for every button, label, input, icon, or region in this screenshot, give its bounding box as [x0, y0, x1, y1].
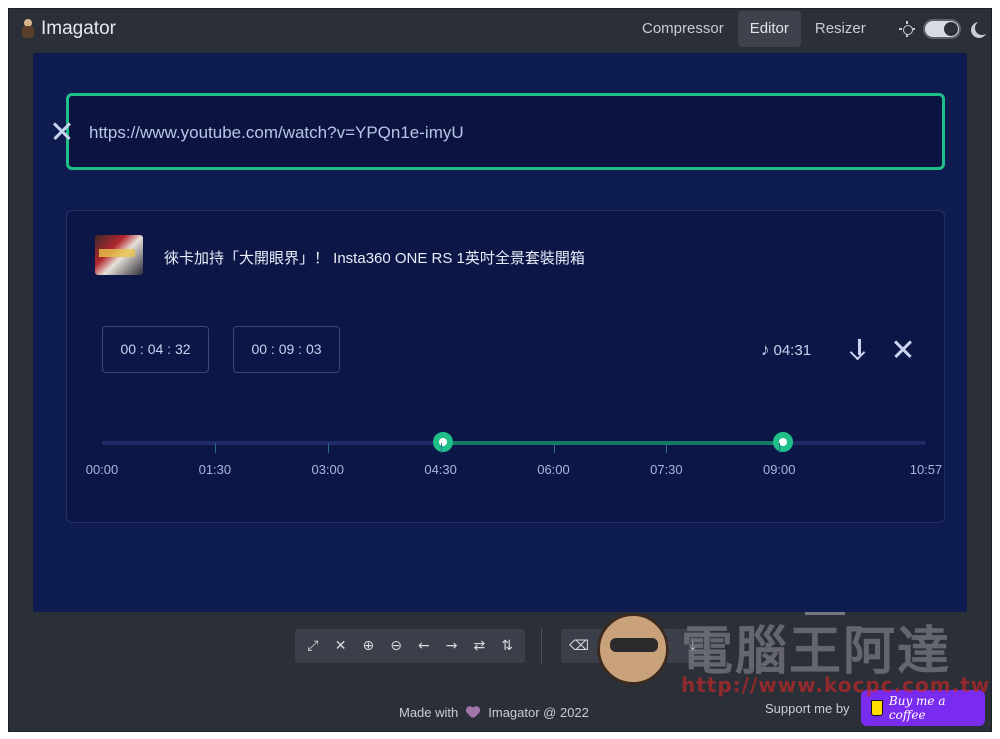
nav-compressor[interactable]: Compressor: [630, 11, 736, 47]
slider-tick: [327, 443, 329, 453]
slider-tick-label: 09:00: [762, 462, 796, 477]
arrow-left-icon[interactable]: ←: [413, 635, 435, 657]
app-window: Imagator Compressor Editor Resizer 徠卡加持「…: [8, 8, 992, 732]
theme-switcher: [899, 19, 983, 39]
slider-tick-label: 04:30: [424, 462, 457, 477]
download-icon[interactable]: ⤓: [682, 635, 704, 657]
buy-me-a-coffee-button[interactable]: Buy me a coffee: [861, 690, 985, 726]
backspace-icon[interactable]: ⌫: [568, 635, 590, 657]
arrow-right-icon[interactable]: →: [441, 635, 463, 657]
zoom-out-icon[interactable]: ⊖: [385, 635, 407, 657]
coffee-label: Buy me a coffee: [888, 694, 946, 722]
heart-icon: [466, 707, 480, 719]
slider-tick: [214, 443, 216, 453]
clip-duration-value: 04:31: [773, 341, 812, 359]
sun-icon: [899, 21, 915, 37]
end-time-field[interactable]: 00 : 09 : 03: [233, 326, 340, 373]
close-icon[interactable]: ✕: [330, 635, 352, 657]
slider-tick-label: 07:30: [650, 462, 683, 477]
music-note-icon: ♪: [761, 340, 770, 359]
header: Imagator Compressor Editor Resizer: [9, 9, 991, 53]
youtube-url-input[interactable]: [89, 120, 869, 146]
scissors-icon[interactable]: ✂: [653, 635, 675, 657]
theme-toggle[interactable]: [923, 19, 961, 39]
moon-icon: [975, 21, 989, 35]
slider-tick-label: 10:57: [909, 462, 943, 477]
slider-tick: [440, 443, 442, 453]
slider-tick-label: 06:00: [537, 462, 570, 477]
logo-icon: [21, 19, 35, 39]
toolbar-divider: [541, 628, 542, 664]
expand-icon[interactable]: ⤢: [302, 635, 324, 657]
zoom-in-icon[interactable]: ⊕: [357, 635, 379, 657]
clear-url-icon[interactable]: [51, 120, 73, 142]
made-with: Made with Imagator @ 2022: [399, 705, 589, 720]
clip-duration: ♪ 04:31: [761, 340, 811, 360]
slider-tick-label: 01:30: [198, 462, 232, 477]
credit-text: Imagator @ 2022: [488, 705, 589, 720]
slider-tick: [779, 443, 781, 453]
slider-tick: [666, 443, 668, 453]
remove-video-icon[interactable]: [892, 338, 914, 360]
video-title: 徠卡加持「大開眼界」！ Insta360 ONE RS 1英吋全景套裝開箱: [164, 250, 585, 267]
trim-start-handle[interactable]: [433, 432, 454, 452]
footer: Made with Imagator @ 2022 Support me by …: [9, 681, 991, 731]
main-nav: Compressor Editor Resizer: [630, 11, 878, 47]
swap-horizontal-icon[interactable]: ⇄: [468, 635, 490, 657]
editor-toolbar-secondary: ⌫ ↻ ▯ ✂ ⤓: [561, 629, 711, 663]
app-name: Imagator: [41, 18, 116, 39]
slider-tick: [553, 443, 555, 453]
app-logo[interactable]: Imagator: [21, 18, 116, 40]
trim-end-handle[interactable]: [773, 432, 794, 452]
start-time-field[interactable]: 00 : 04 : 32: [102, 326, 209, 373]
editor-panel: 徠卡加持「大開眼界」！ Insta360 ONE RS 1英吋全景套裝開箱 00…: [33, 53, 967, 612]
slider-tick-label: 00:00: [85, 462, 119, 477]
video-card: 徠卡加持「大開眼界」！ Insta360 ONE RS 1英吋全景套裝開箱 00…: [66, 210, 945, 523]
nav-resizer[interactable]: Resizer: [803, 11, 878, 47]
trim-slider-range: [443, 441, 783, 445]
trash-icon[interactable]: ▯: [625, 635, 647, 657]
trim-slider-track[interactable]: [102, 432, 926, 452]
url-box: [66, 93, 945, 170]
refresh-icon[interactable]: ↻: [597, 635, 619, 657]
watermark-text: 電腦王阿達: [681, 621, 952, 682]
nav-editor[interactable]: Editor: [737, 11, 801, 47]
slider-tick-label: 03:00: [311, 462, 345, 477]
download-button[interactable]: [848, 337, 870, 361]
editor-toolbar: ⤢ ✕ ⊕ ⊖ ← → ⇄ ⇅: [295, 629, 525, 663]
video-thumbnail: [95, 235, 143, 275]
support-label: Support me by: [765, 701, 850, 716]
made-with-label: Made with: [399, 705, 459, 720]
coffee-cup-icon: [871, 700, 883, 716]
swap-vertical-icon[interactable]: ⇅: [496, 635, 518, 657]
